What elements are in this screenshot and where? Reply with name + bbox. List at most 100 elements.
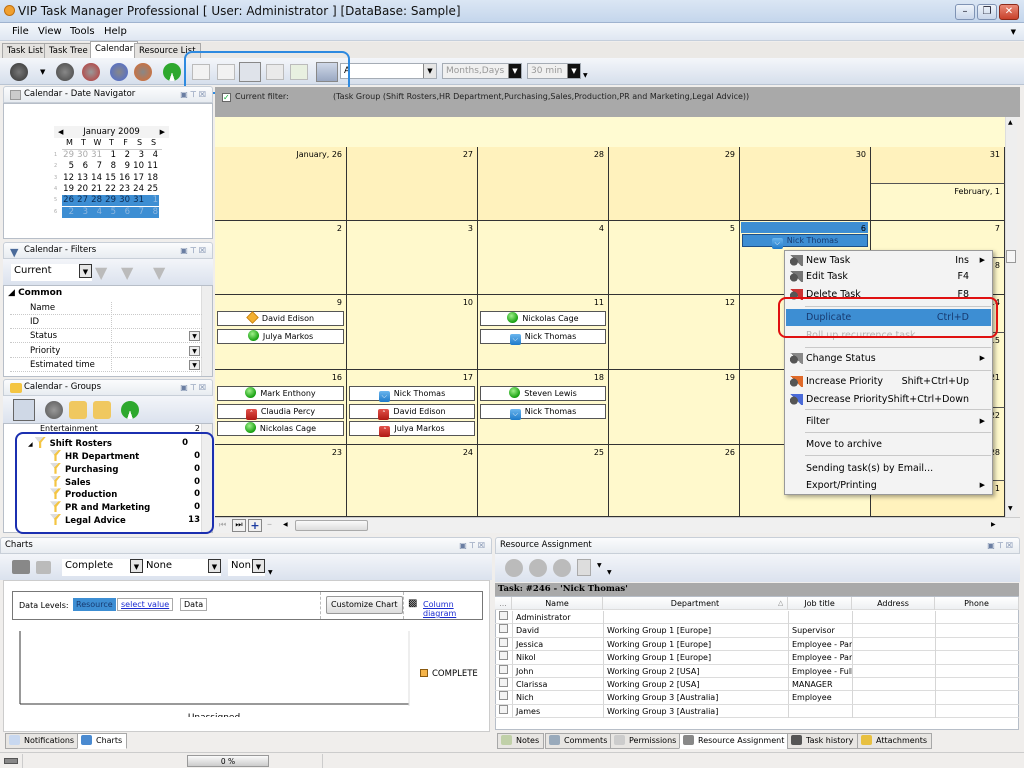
calendar-vertical-scrollbar[interactable]: ▲ ▼ xyxy=(1005,117,1017,517)
delete-task-icon[interactable] xyxy=(82,63,100,81)
chevron-down-icon[interactable]: ▼ xyxy=(189,331,200,342)
select-value-link[interactable]: select value xyxy=(117,598,174,611)
group-by-resource-icon[interactable] xyxy=(316,62,338,82)
collapse-icon[interactable]: ◢ xyxy=(28,441,33,448)
filter-scrollbar[interactable] xyxy=(201,286,212,376)
date-cell[interactable]: 23 xyxy=(117,184,130,194)
column-header[interactable]: Address xyxy=(852,597,935,610)
column-diagram-link[interactable]: Column diagram xyxy=(423,600,482,618)
calendar-task[interactable]: Nickolas Cage xyxy=(480,311,606,326)
menu-overflow-icon[interactable]: ▼ xyxy=(1011,28,1016,36)
date-cell[interactable]: 7 xyxy=(131,207,144,217)
scale-select[interactable]: Months,Days ▼ xyxy=(442,63,522,79)
filter-category[interactable]: ◢ Common xyxy=(8,288,62,298)
apply-filter-icon[interactable]: ▼ xyxy=(95,263,107,282)
horizontal-scroll-thumb[interactable] xyxy=(295,520,368,531)
filter-row[interactable]: Priority ▼ xyxy=(10,344,202,358)
customize-chart-button[interactable]: Customize Chart xyxy=(326,596,403,614)
refresh-icon[interactable] xyxy=(163,63,181,81)
menu-item-change-status[interactable]: Change Status ▶ xyxy=(786,350,991,367)
menu-item-increase-priority[interactable]: Increase Priority Shift+Ctrl+Up xyxy=(786,373,991,390)
column-header[interactable]: Phone xyxy=(935,597,1019,610)
increase-priority-icon[interactable] xyxy=(134,63,152,81)
date-cell[interactable]: 31 xyxy=(131,195,144,205)
date-cell[interactable]: 31 xyxy=(89,150,102,160)
day-cell[interactable]: 23 xyxy=(215,445,347,517)
menu-item-new-task[interactable]: New Task Ins ▶ xyxy=(786,252,991,269)
date-cell[interactable]: 30 xyxy=(75,150,88,160)
date-cell[interactable]: 17 xyxy=(131,173,144,183)
data-level-resource[interactable]: Resource xyxy=(73,598,116,611)
data-level-data[interactable]: Data xyxy=(180,598,208,611)
date-cell[interactable]: 3 xyxy=(75,207,88,217)
date-cell[interactable]: 1 xyxy=(145,195,158,205)
resource-select[interactable]: A ▼ xyxy=(340,63,437,79)
day-cell[interactable]: 19 xyxy=(609,370,740,445)
toolbar-overflow-icon[interactable]: ▼ xyxy=(583,72,588,79)
row-checkbox[interactable] xyxy=(499,651,508,661)
group-item[interactable]: PR and Marketing 0 xyxy=(50,501,202,513)
panel-controls[interactable]: ▣⊤☒ xyxy=(180,87,208,102)
tab-task-list[interactable]: Task List xyxy=(2,43,48,58)
date-cell[interactable]: 15 xyxy=(103,173,116,183)
scroll-left-icon[interactable]: ◀ xyxy=(283,521,288,528)
date-cell[interactable]: 2 xyxy=(117,150,130,160)
panel-controls[interactable]: ▣⊤☒ xyxy=(987,538,1015,553)
calendar-task[interactable]: Steven Lewis xyxy=(480,386,606,401)
print-preview-icon[interactable] xyxy=(36,561,51,574)
row-checkbox[interactable] xyxy=(499,611,508,620)
date-cell[interactable]: 1 xyxy=(103,150,116,160)
table-row[interactable]: James Working Group 3 [Australia] xyxy=(495,704,1019,719)
group-item-partial[interactable]: Entertainment 2 xyxy=(40,424,202,432)
zoom-in-icon[interactable]: + xyxy=(248,519,262,532)
edit-group-icon[interactable] xyxy=(69,401,87,419)
date-cell[interactable]: 7 xyxy=(89,161,102,171)
row-checkbox[interactable] xyxy=(499,691,508,701)
group-item[interactable]: Production 0 xyxy=(50,488,202,500)
calendar-task[interactable]: ⌵ Nick Thomas xyxy=(349,386,475,402)
remove-resource-icon[interactable] xyxy=(553,559,571,577)
day-cell[interactable]: 2 xyxy=(215,221,347,295)
date-cell[interactable]: 18 xyxy=(145,173,158,183)
row-checkbox[interactable] xyxy=(499,704,508,714)
date-cell[interactable]: 10 xyxy=(131,161,144,171)
edit-resource-icon[interactable] xyxy=(529,559,547,577)
timeline-view-icon[interactable] xyxy=(290,64,308,80)
date-cell[interactable]: 2 xyxy=(61,207,74,217)
last-page-icon[interactable]: ⏭ xyxy=(232,519,246,532)
day-cell[interactable]: January, 26 xyxy=(215,147,347,221)
menu-item-sending-task-s-by-email[interactable]: Sending task(s) by Email... xyxy=(786,460,991,477)
date-cell[interactable]: 3 xyxy=(131,150,144,160)
filter-row[interactable]: ID xyxy=(10,316,202,330)
tab-charts[interactable]: Charts xyxy=(77,733,128,749)
date-cell[interactable]: 29 xyxy=(61,150,74,160)
date-cell[interactable]: 4 xyxy=(145,150,158,160)
chevron-down-icon[interactable]: ▼ xyxy=(189,345,200,356)
tab-resource-assignment[interactable]: Resource Assignment xyxy=(679,733,790,749)
day-cell[interactable]: 28 xyxy=(478,147,609,221)
tab-attachments[interactable]: Attachments xyxy=(857,733,933,749)
filter-row[interactable]: Estimated time ▼ xyxy=(10,358,202,372)
scroll-right-icon[interactable]: ▶ xyxy=(991,521,996,528)
groups-scrollbar[interactable] xyxy=(201,424,212,532)
tab-permissions[interactable]: Permissions xyxy=(610,733,682,749)
date-cell[interactable]: 4 xyxy=(89,207,102,217)
weekend-cell[interactable]: 31 xyxy=(871,147,1005,184)
row-checkbox[interactable] xyxy=(499,637,508,647)
date-cell[interactable]: 25 xyxy=(145,184,158,194)
date-cell[interactable]: 26 xyxy=(61,195,74,205)
calendar-task[interactable]: David Edison xyxy=(217,311,344,326)
tab-task-history[interactable]: Task history xyxy=(787,733,859,749)
date-cell[interactable]: 27 xyxy=(75,195,88,205)
menu-item-duplicate[interactable]: Duplicate Ctrl+D xyxy=(786,309,991,326)
week-view-icon[interactable] xyxy=(266,64,284,80)
next-month-arrow-icon[interactable]: ▶ xyxy=(160,126,165,138)
menu-item-move-to-archive[interactable]: Move to archive xyxy=(786,436,991,453)
print-icon[interactable] xyxy=(12,560,30,574)
column-header[interactable]: Job title xyxy=(788,597,852,610)
menu-file[interactable]: File xyxy=(12,26,29,37)
day-cell[interactable]: 12 xyxy=(609,295,740,370)
new-group-icon[interactable] xyxy=(45,401,63,419)
chevron-down-icon[interactable]: ▼ xyxy=(79,264,92,278)
column-header[interactable]: Name xyxy=(512,597,603,610)
